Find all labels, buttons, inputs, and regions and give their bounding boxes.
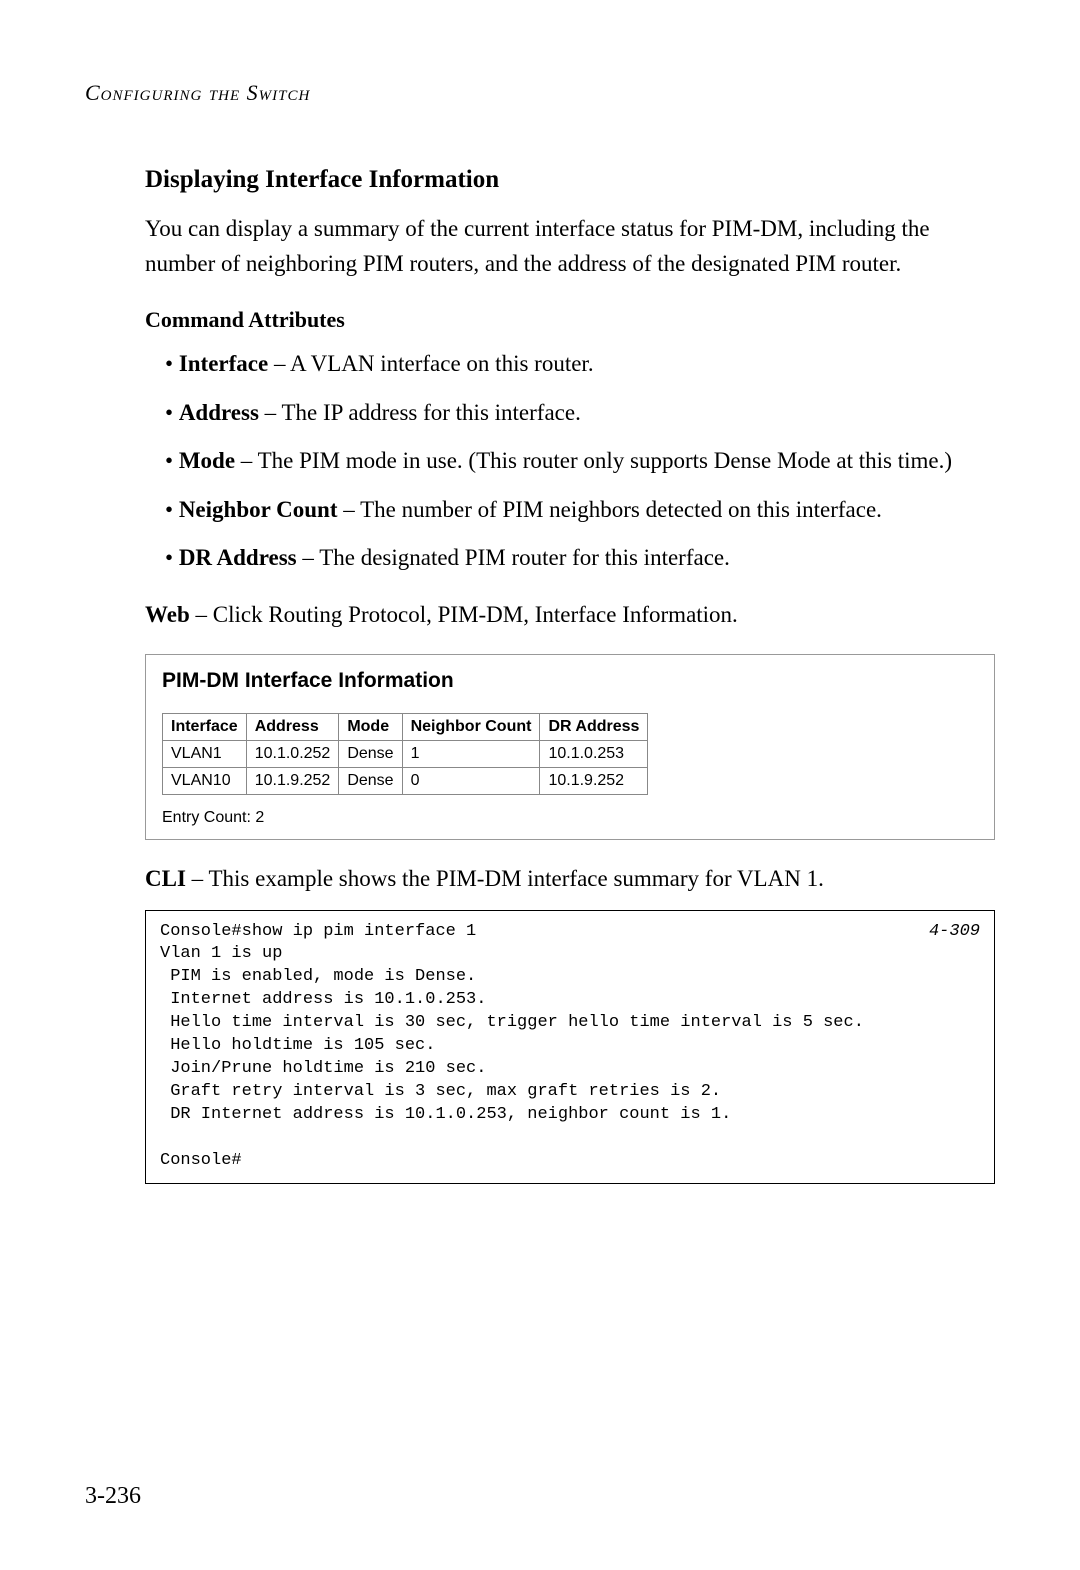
attr-desc: – The designated PIM router for this int… xyxy=(297,545,730,570)
cell-dr-address: 10.1.9.252 xyxy=(540,767,648,794)
attr-term: Mode xyxy=(179,448,235,473)
th-dr-address: DR Address xyxy=(540,713,648,740)
list-item: Neighbor Count – The number of PIM neigh… xyxy=(145,493,995,528)
entry-count: Entry Count: 2 xyxy=(162,809,978,827)
cell-interface: VLAN10 xyxy=(163,767,247,794)
running-head: Configuring the Switch xyxy=(85,80,995,106)
th-address: Address xyxy=(246,713,339,740)
entry-count-label: Entry Count: xyxy=(162,809,255,826)
cell-mode: Dense xyxy=(339,767,402,794)
table-row: VLAN10 10.1.9.252 Dense 0 10.1.9.252 xyxy=(163,767,648,794)
page-number: 3-236 xyxy=(85,1483,141,1510)
command-attributes-heading: Command Attributes xyxy=(145,307,995,333)
entry-count-value: 2 xyxy=(255,809,264,826)
cell-interface: VLAN1 xyxy=(163,740,247,767)
pim-table: Interface Address Mode Neighbor Count DR… xyxy=(162,713,648,795)
cli-line: CLI – This example shows the PIM-DM inte… xyxy=(145,866,995,892)
attr-desc: – The PIM mode in use. (This router only… xyxy=(235,448,952,473)
section-heading: Displaying Interface Information xyxy=(145,166,995,194)
cell-address: 10.1.9.252 xyxy=(246,767,339,794)
intro-paragraph: You can display a summary of the current… xyxy=(145,212,995,281)
attributes-list: Interface – A VLAN interface on this rou… xyxy=(145,347,995,576)
cell-neighbor-count: 1 xyxy=(402,740,540,767)
screenshot-panel: PIM-DM Interface Information Interface A… xyxy=(145,654,995,840)
table-row: VLAN1 10.1.0.252 Dense 1 10.1.0.253 xyxy=(163,740,648,767)
console-ref: 4-309 xyxy=(929,921,980,944)
web-label: Web xyxy=(145,602,190,627)
cell-address: 10.1.0.252 xyxy=(246,740,339,767)
attr-desc: – A VLAN interface on this router. xyxy=(268,351,593,376)
cell-neighbor-count: 0 xyxy=(402,767,540,794)
web-nav-line: Web – Click Routing Protocol, PIM-DM, In… xyxy=(145,602,995,628)
console-text: Console#show ip pim interface 1 Vlan 1 i… xyxy=(160,922,864,1170)
attr-term: Address xyxy=(179,400,259,425)
attr-term: DR Address xyxy=(179,545,297,570)
list-item: Mode – The PIM mode in use. (This router… xyxy=(145,444,995,479)
attr-term: Interface xyxy=(179,351,268,376)
th-neighbor-count: Neighbor Count xyxy=(402,713,540,740)
attr-term: Neighbor Count xyxy=(179,497,338,522)
panel-title: PIM-DM Interface Information xyxy=(162,669,978,693)
console-output: 4-309 Console#show ip pim interface 1 Vla… xyxy=(145,910,995,1184)
th-mode: Mode xyxy=(339,713,402,740)
list-item: Interface – A VLAN interface on this rou… xyxy=(145,347,995,382)
cli-label: CLI xyxy=(145,866,186,891)
table-header-row: Interface Address Mode Neighbor Count DR… xyxy=(163,713,648,740)
cell-dr-address: 10.1.0.253 xyxy=(540,740,648,767)
list-item: Address – The IP address for this interf… xyxy=(145,396,995,431)
list-item: DR Address – The designated PIM router f… xyxy=(145,541,995,576)
cell-mode: Dense xyxy=(339,740,402,767)
cli-text: – This example shows the PIM-DM interfac… xyxy=(186,866,824,891)
th-interface: Interface xyxy=(163,713,247,740)
attr-desc: – The number of PIM neighbors detected o… xyxy=(338,497,882,522)
attr-desc: – The IP address for this interface. xyxy=(259,400,581,425)
web-text: – Click Routing Protocol, PIM-DM, Interf… xyxy=(190,602,738,627)
